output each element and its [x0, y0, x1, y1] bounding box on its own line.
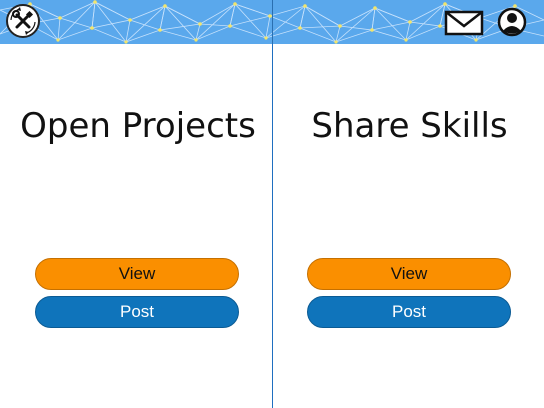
mail-icon[interactable]	[444, 10, 484, 36]
panel-title-share-skills: Share Skills	[311, 106, 508, 146]
share-skills-panel: Share Skills View Post	[273, 44, 544, 408]
header-divider	[272, 0, 273, 44]
open-projects-view-button[interactable]: View	[35, 258, 239, 290]
panel-title-open-projects: Open Projects	[20, 106, 256, 146]
tools-logo-icon[interactable]	[6, 4, 40, 38]
open-projects-post-button[interactable]: Post	[35, 296, 239, 328]
open-projects-panel: Open Projects View Post	[0, 44, 272, 408]
user-account-icon[interactable]	[497, 7, 527, 37]
share-skills-post-button[interactable]: Post	[307, 296, 511, 328]
share-skills-view-button[interactable]: View	[307, 258, 511, 290]
